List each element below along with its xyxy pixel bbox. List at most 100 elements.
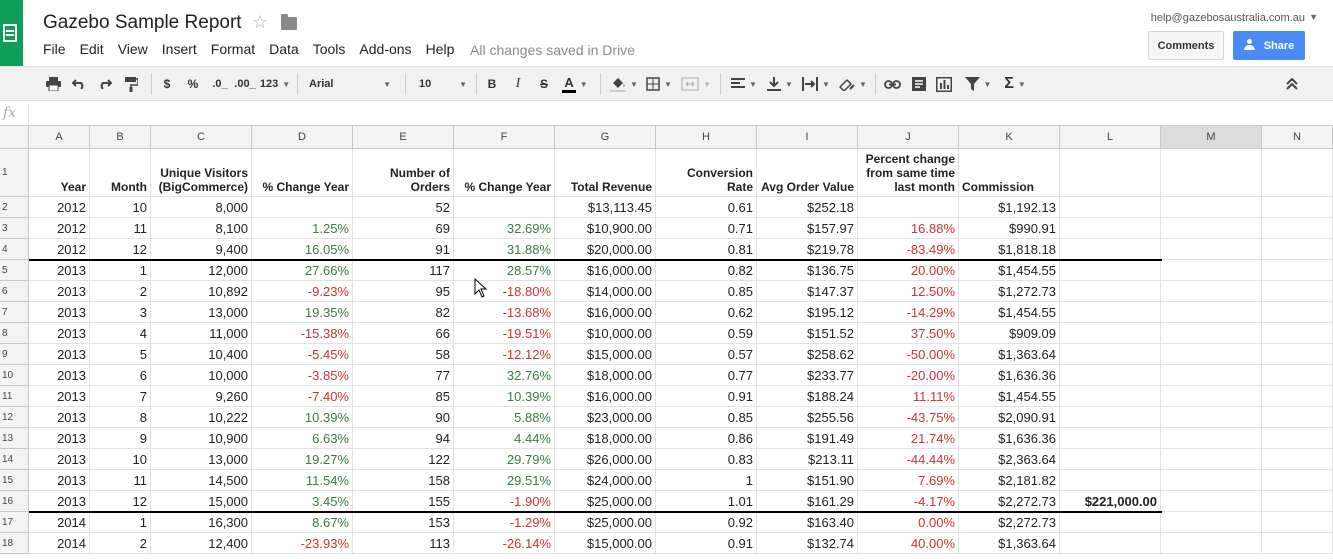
cell-c10[interactable]: 10,000 (151, 365, 252, 386)
cell-n2[interactable] (1262, 197, 1333, 218)
row-header-18[interactable]: 18 (0, 533, 29, 554)
menu-addons[interactable]: Add-ons (359, 41, 411, 57)
cell-c14[interactable]: 13,000 (151, 449, 252, 470)
menu-tools[interactable]: Tools (313, 41, 346, 57)
row-header-17[interactable]: 17 (0, 512, 29, 533)
cell-l8[interactable] (1060, 323, 1161, 344)
cell-e10[interactable]: 77 (353, 365, 454, 386)
cell-k10[interactable]: $1,636.36 (959, 365, 1060, 386)
cell-l16[interactable]: $221,000.00 (1060, 491, 1161, 512)
cell-l4[interactable] (1060, 239, 1161, 260)
cell-n15[interactable] (1262, 470, 1333, 491)
cell-j14[interactable]: -44.44% (858, 449, 959, 470)
cell-b15[interactable]: 11 (90, 470, 151, 491)
cell-l11[interactable] (1060, 386, 1161, 407)
cell-k15[interactable]: $2,181.82 (959, 470, 1060, 491)
cell-b18[interactable]: 2 (90, 533, 151, 554)
cell-a4[interactable]: 2012 (29, 239, 90, 260)
cell-d8[interactable]: -15.38% (252, 323, 353, 344)
comments-button[interactable]: Comments (1148, 31, 1224, 60)
cell-a14[interactable]: 2013 (29, 449, 90, 470)
cell-f10[interactable]: 32.76% (454, 365, 555, 386)
row-header-8[interactable]: 8 (0, 323, 29, 344)
cell-m11[interactable] (1161, 386, 1262, 407)
row-header-6[interactable]: 6 (0, 281, 29, 302)
header-cell-l[interactable] (1060, 149, 1161, 197)
cell-i13[interactable]: $191.49 (757, 428, 858, 449)
cell-b13[interactable]: 9 (90, 428, 151, 449)
cell-l6[interactable] (1060, 281, 1161, 302)
cell-n4[interactable] (1262, 239, 1333, 260)
cell-m6[interactable] (1161, 281, 1262, 302)
cell-b17[interactable]: 1 (90, 512, 151, 533)
row-header-14[interactable]: 14 (0, 449, 29, 470)
header-cell-a[interactable]: Year (29, 149, 90, 197)
cell-g13[interactable]: $18,000.00 (555, 428, 656, 449)
undo-icon[interactable] (70, 74, 88, 94)
menu-data[interactable]: Data (269, 41, 299, 57)
fill-color-button[interactable]: ▼ (609, 74, 639, 94)
menu-view[interactable]: View (118, 41, 148, 57)
document-title[interactable]: Gazebo Sample Report (43, 12, 242, 34)
cell-e5[interactable]: 117 (353, 260, 454, 281)
column-header-l[interactable]: L (1060, 126, 1161, 149)
cell-f18[interactable]: -26.14% (454, 533, 555, 554)
cell-b6[interactable]: 2 (90, 281, 151, 302)
cell-f12[interactable]: 5.88% (454, 407, 555, 428)
header-cell-d[interactable]: % Change Year (252, 149, 353, 197)
cell-n18[interactable] (1262, 533, 1333, 554)
cell-g15[interactable]: $24,000.00 (555, 470, 656, 491)
cell-e9[interactable]: 58 (353, 344, 454, 365)
header-cell-b[interactable]: Month (90, 149, 151, 197)
cell-n17[interactable] (1262, 512, 1333, 533)
cell-a8[interactable]: 2013 (29, 323, 90, 344)
cell-c12[interactable]: 10,222 (151, 407, 252, 428)
cell-e16[interactable]: 155 (353, 491, 454, 512)
insert-comment-button[interactable] (909, 74, 929, 94)
spreadsheet-grid[interactable]: A B C D E F G H I J K L M N 1 Year Month Unique Visitors … (0, 126, 1333, 559)
cell-e11[interactable]: 85 (353, 386, 454, 407)
cell-a7[interactable]: 2013 (29, 302, 90, 323)
row-header-5[interactable]: 5 (0, 260, 29, 281)
cell-a2[interactable]: 2012 (29, 197, 90, 218)
cell-j6[interactable]: 12.50% (858, 281, 959, 302)
cell-k13[interactable]: $1,636.36 (959, 428, 1060, 449)
cell-j7[interactable]: -14.29% (858, 302, 959, 323)
row-header-16[interactable]: 16 (0, 491, 29, 512)
insert-link-button[interactable] (882, 74, 902, 94)
row-header-11[interactable]: 11 (0, 386, 29, 407)
collapse-toolbar-button[interactable] (1283, 74, 1301, 94)
cell-j10[interactable]: -20.00% (858, 365, 959, 386)
cell-f6[interactable]: -18.80% (454, 281, 555, 302)
cell-n14[interactable] (1262, 449, 1333, 470)
cell-b5[interactable]: 1 (90, 260, 151, 281)
cell-d3[interactable]: 1.25% (252, 218, 353, 239)
cell-f11[interactable]: 10.39% (454, 386, 555, 407)
cell-l17[interactable] (1060, 512, 1161, 533)
cell-c17[interactable]: 16,300 (151, 512, 252, 533)
cell-l14[interactable] (1060, 449, 1161, 470)
cell-j9[interactable]: -50.00% (858, 344, 959, 365)
header-cell-f[interactable]: % Change Year (454, 149, 555, 197)
menu-format[interactable]: Format (211, 41, 255, 57)
cell-a12[interactable]: 2013 (29, 407, 90, 428)
cell-m12[interactable] (1161, 407, 1262, 428)
cell-g6[interactable]: $14,000.00 (555, 281, 656, 302)
cell-i6[interactable]: $147.37 (757, 281, 858, 302)
cell-j3[interactable]: 16.88% (858, 218, 959, 239)
row-header-2[interactable]: 2 (0, 197, 29, 218)
cell-a15[interactable]: 2013 (29, 470, 90, 491)
print-icon[interactable] (44, 74, 62, 94)
cell-k14[interactable]: $2,363.64 (959, 449, 1060, 470)
user-account-email[interactable]: help@gazebosaustralia.com.au (1151, 12, 1305, 24)
menu-file[interactable]: File (43, 41, 66, 57)
cell-l7[interactable] (1060, 302, 1161, 323)
cell-e18[interactable]: 113 (353, 533, 454, 554)
cell-m5[interactable] (1161, 260, 1262, 281)
cell-g16[interactable]: $25,000.00 (555, 491, 656, 512)
cell-d6[interactable]: -9.23% (252, 281, 353, 302)
header-cell-k[interactable]: Commission (959, 149, 1060, 197)
cell-i11[interactable]: $188.24 (757, 386, 858, 407)
cell-j8[interactable]: 37.50% (858, 323, 959, 344)
cell-d14[interactable]: 19.27% (252, 449, 353, 470)
